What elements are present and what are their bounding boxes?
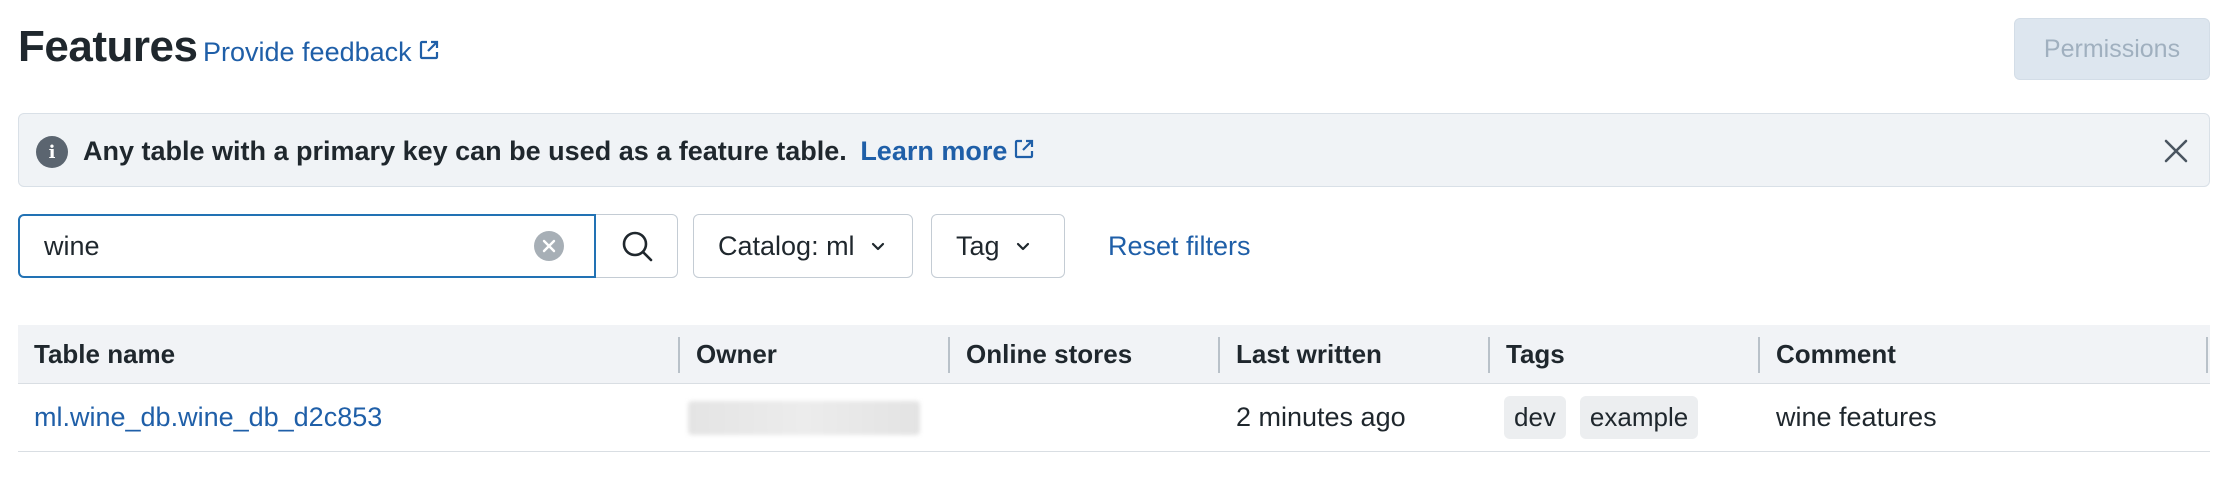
clear-search-button[interactable] (534, 231, 564, 261)
external-link-icon (418, 37, 440, 68)
owner-redacted (688, 400, 920, 435)
banner-text: Any table with a primary key can be used… (83, 136, 1035, 167)
table-row[interactable]: ml.wine_db.wine_db_d2c853 2 minutes ago … (18, 384, 2210, 452)
column-header-last-written[interactable]: Last written (1220, 325, 1488, 383)
info-banner: i Any table with a primary key can be us… (18, 113, 2210, 187)
search-input[interactable] (44, 216, 524, 276)
tag-filter-label: Tag (956, 230, 1000, 261)
permissions-button[interactable]: Permissions (2014, 18, 2210, 80)
table-header: Table name Owner Online stores Last writ… (18, 325, 2210, 384)
chevron-down-icon (871, 242, 884, 251)
provide-feedback-label: Provide feedback (203, 37, 412, 67)
learn-more-link[interactable]: Learn more (860, 136, 1035, 167)
column-header-owner[interactable]: Owner (680, 325, 948, 383)
catalog-filter-dropdown[interactable]: Catalog: ml (693, 214, 913, 278)
reset-filters-link[interactable]: Reset filters (1108, 231, 1251, 262)
banner-message: Any table with a primary key can be used… (83, 136, 847, 166)
column-header-comment[interactable]: Comment (1760, 325, 2190, 383)
search-button[interactable] (596, 214, 678, 278)
close-banner-button[interactable] (2161, 136, 2191, 166)
features-table: Table name Owner Online stores Last writ… (18, 325, 2210, 452)
info-icon: i (36, 136, 68, 168)
clear-icon (542, 239, 556, 253)
online-stores-cell (950, 384, 1218, 451)
last-written-cell: 2 minutes ago (1236, 402, 1406, 432)
column-header-online-stores[interactable]: Online stores (950, 325, 1218, 383)
search-icon (622, 231, 652, 262)
comment-cell: wine features (1776, 402, 1937, 432)
learn-more-label: Learn more (860, 136, 1008, 166)
tag-badge[interactable]: dev (1504, 396, 1566, 439)
tag-badge[interactable]: example (1579, 396, 1699, 439)
page-header: Features Provide feedback Permissions (18, 18, 2210, 82)
chevron-down-icon (1016, 242, 1029, 251)
provide-feedback-link[interactable]: Provide feedback (203, 37, 440, 68)
table-name-link[interactable]: ml.wine_db.wine_db_d2c853 (34, 402, 382, 433)
search-box (18, 214, 596, 278)
column-header-table-name[interactable]: Table name (18, 325, 678, 383)
close-icon (2164, 139, 2188, 163)
catalog-filter-label: Catalog: ml (718, 230, 855, 261)
external-link-icon (1013, 136, 1035, 167)
tags-cell: dev example (1490, 384, 1758, 451)
tag-filter-dropdown[interactable]: Tag (931, 214, 1065, 278)
page-title: Features (18, 22, 198, 71)
column-resize-handle[interactable] (2206, 337, 2208, 373)
filter-bar: Catalog: ml Tag Reset filters (18, 214, 2210, 278)
column-header-tags[interactable]: Tags (1490, 325, 1758, 383)
